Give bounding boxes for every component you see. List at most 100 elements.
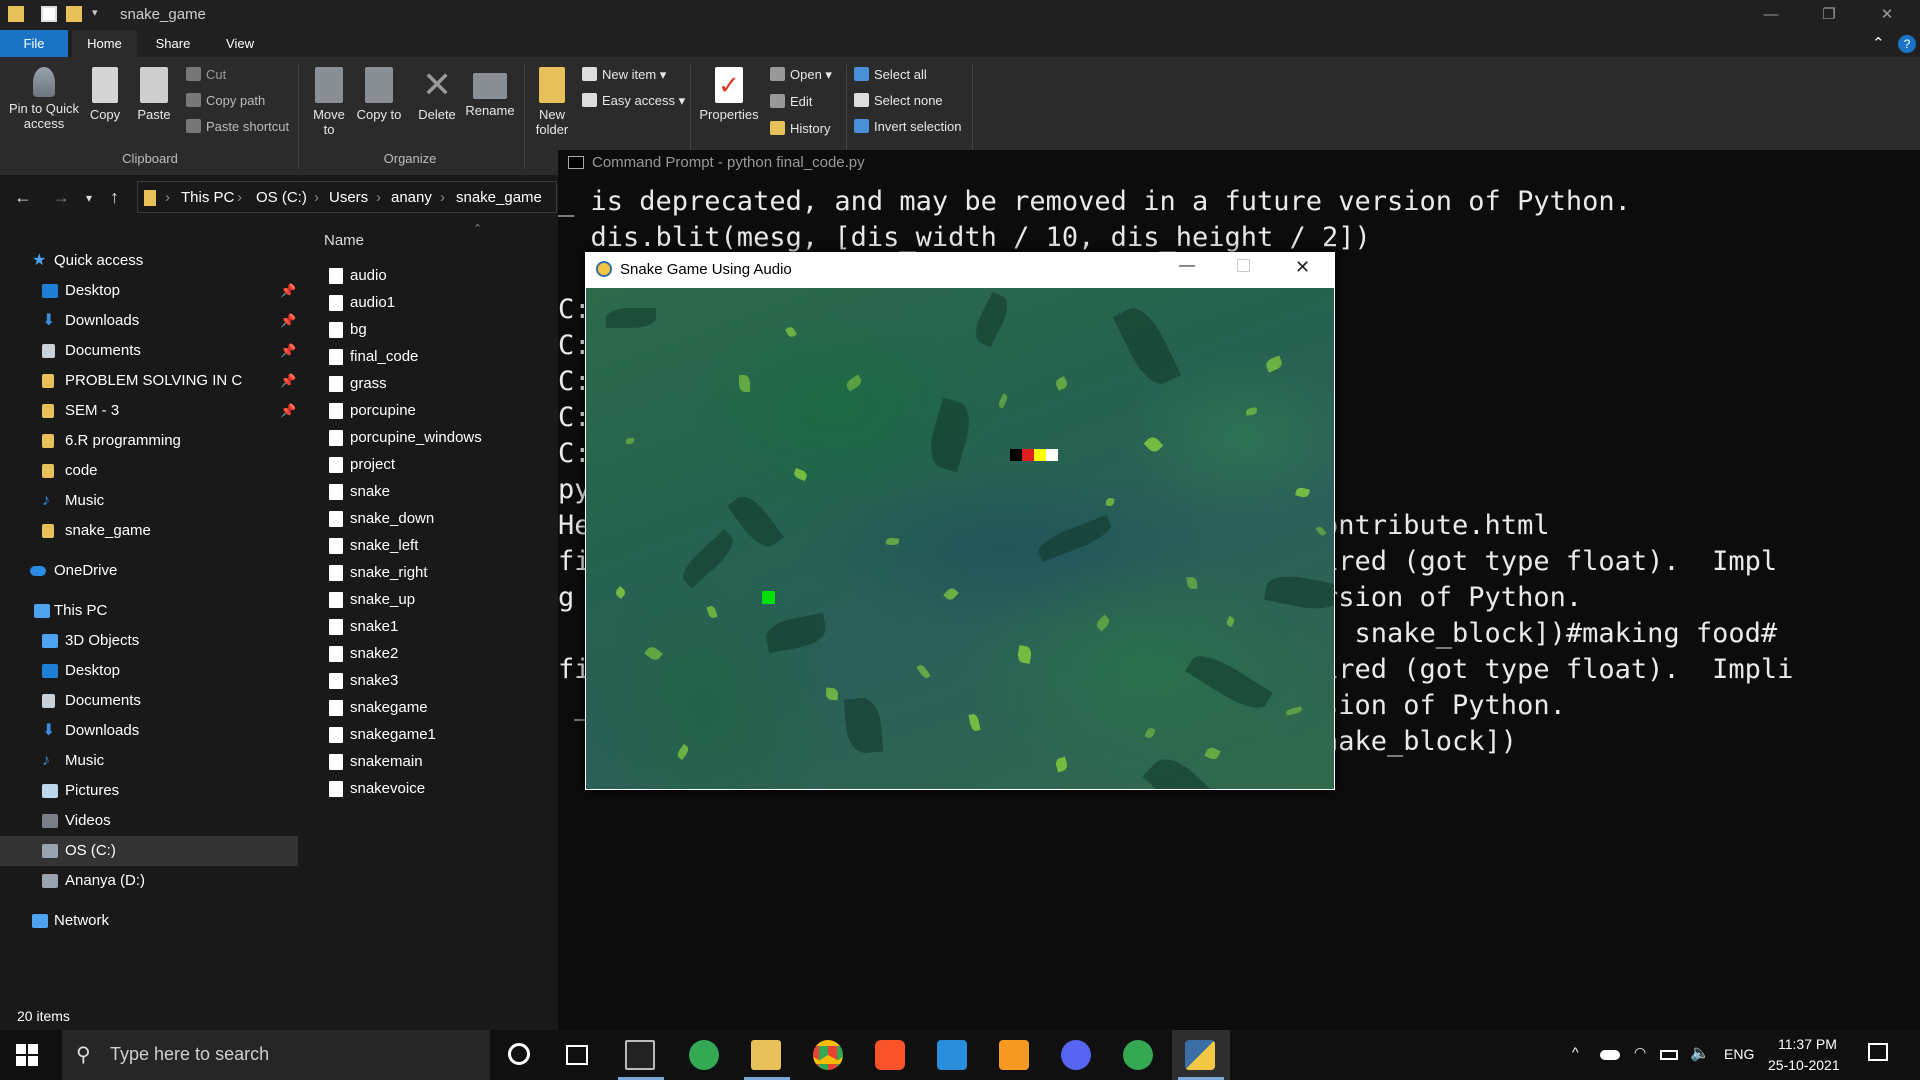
paste-shortcut-button[interactable]: Paste shortcut [186,119,289,134]
nav-item-snake-game[interactable]: snake_game [0,516,298,546]
nav-item-pc-desktop[interactable]: Desktop [0,656,298,686]
file-item[interactable]: porcupine [327,397,557,424]
move-to-button[interactable]: Move to [306,67,352,137]
file-item[interactable]: audio1 [327,289,557,316]
taskbar-python-game[interactable] [1172,1030,1230,1080]
taskbar-atom-app-2[interactable] [1110,1030,1168,1080]
new-item-button[interactable]: New item ▾ [582,67,666,83]
wifi-icon[interactable]: ◠ [1634,1044,1646,1061]
file-item[interactable]: audio [327,262,557,289]
clock-time[interactable]: 11:37 PM [1778,1036,1837,1052]
tab-home[interactable]: Home [72,30,137,57]
minimize-button[interactable]: — [1179,257,1195,275]
edit-button[interactable]: Edit [770,94,812,109]
language-indicator[interactable]: ENG [1724,1046,1754,1062]
nav-item-3d-objects[interactable]: 3D Objects [0,626,298,656]
file-item[interactable]: snake_up [327,586,557,613]
battery-icon[interactable] [1660,1050,1678,1060]
nav-item-pc-documents[interactable]: Documents [0,686,298,716]
select-all-button[interactable]: Select all [854,67,927,82]
show-hidden-icons-icon[interactable]: ^ [1572,1044,1579,1060]
nav-item-desktop[interactable]: Desktop 📌 [0,276,298,306]
collapse-ribbon-icon[interactable]: ⌃ [1872,34,1885,52]
close-button[interactable]: ✕ [1864,0,1910,30]
nav-item-documents[interactable]: Documents 📌 [0,336,298,366]
breadcrumb-os-c[interactable]: OS (C:) [256,189,307,206]
history-button[interactable]: History [770,121,830,136]
copy-path-button[interactable]: Copy path [186,93,265,108]
tab-file[interactable]: File [0,30,68,57]
volume-icon[interactable]: 🔈 [1690,1043,1710,1063]
properties-button[interactable]: ✓ Properties [696,67,762,122]
file-item[interactable]: bg [327,316,557,343]
close-button[interactable]: ✕ [1295,257,1310,278]
file-item[interactable]: snake_left [327,532,557,559]
file-item[interactable]: snake1 [327,613,557,640]
nav-quick-access[interactable]: ★ Quick access [0,246,298,276]
customize-quick-access-icon[interactable]: ▾ [92,6,108,22]
easy-access-button[interactable]: Easy access ▾ [582,93,685,109]
back-arrow-icon[interactable]: ← [14,187,32,208]
taskbar-vscode[interactable] [924,1030,982,1080]
task-view-icon[interactable] [566,1045,588,1065]
nav-network[interactable]: Network [0,906,298,936]
nav-item-downloads[interactable]: ⬇ Downloads 📌 [0,306,298,336]
nav-item-os-c[interactable]: OS (C:) [0,836,298,866]
new-folder-button[interactable]: New folder [530,67,574,137]
taskbar-file-explorer[interactable] [738,1030,796,1080]
clock-date[interactable]: 25-10-2021 [1768,1057,1840,1073]
taskbar-grammarly[interactable] [986,1030,1044,1080]
breadcrumb-anany[interactable]: anany [391,189,432,206]
windows-start-icon[interactable] [16,1044,38,1066]
nav-item-pc-music[interactable]: ♪ Music [0,746,298,776]
file-item[interactable]: snake3 [327,667,557,694]
paste-button[interactable]: Paste [134,67,174,122]
file-item[interactable]: snakemain [327,748,557,775]
onedrive-cloud-icon[interactable] [1600,1050,1620,1060]
up-arrow-icon[interactable]: ↑ [110,187,119,208]
nav-this-pc[interactable]: This PC [0,596,298,626]
nav-item-code[interactable]: code [0,456,298,486]
pin-to-quick-access-button[interactable]: Pin to Quick access [6,67,82,131]
breadcrumb-snake-game[interactable]: snake_game [456,189,542,206]
file-item[interactable]: snakegame [327,694,557,721]
taskbar-chrome[interactable] [800,1030,858,1080]
search-box[interactable]: ⚲ Type here to search [62,1030,490,1080]
nav-item-ananya-d[interactable]: Ananya (D:) [0,866,298,896]
taskbar-discord[interactable] [1048,1030,1106,1080]
file-item[interactable]: snakegame1 [327,721,557,748]
nav-item-music[interactable]: ♪ Music [0,486,298,516]
nav-item-problem-solving[interactable]: PROBLEM SOLVING IN C 📌 [0,366,298,396]
notifications-icon[interactable] [1868,1043,1888,1061]
cut-button[interactable]: Cut [186,67,226,82]
nav-item-sem-3[interactable]: SEM - 3 📌 [0,396,298,426]
open-button[interactable]: Open ▾ [770,67,832,83]
maximize-button[interactable] [1237,259,1250,272]
address-bar[interactable]: › This PC › OS (C:) › Users › anany › sn… [137,181,557,213]
taskbar-atom-app[interactable] [676,1030,734,1080]
minimize-button[interactable]: — [1748,0,1794,30]
file-item[interactable]: snake2 [327,640,557,667]
file-item[interactable]: snakevoice [327,775,557,802]
file-item[interactable]: snake_right [327,559,557,586]
nav-item-r-programming[interactable]: 6.R programming [0,426,298,456]
file-item[interactable]: project [327,451,557,478]
nav-item-videos[interactable]: Videos [0,806,298,836]
help-icon[interactable]: ? [1898,35,1916,53]
forward-arrow-icon[interactable]: → [52,187,70,208]
restore-button[interactable]: ❐ [1806,0,1852,30]
copy-button[interactable]: Copy [86,67,124,122]
new-folder-quick-icon[interactable] [66,6,82,22]
taskbar-brave[interactable] [862,1030,920,1080]
taskbar-command-prompt[interactable] [612,1030,670,1080]
delete-button[interactable]: ✕ Delete [414,67,460,123]
tab-share[interactable]: Share [150,30,196,57]
tab-view[interactable]: View [222,30,258,57]
file-item[interactable]: porcupine_windows [327,424,557,451]
select-none-button[interactable]: Select none [854,93,943,108]
cortana-icon[interactable] [508,1043,530,1065]
recent-locations-icon[interactable]: ▾ [86,191,92,205]
nav-item-pictures[interactable]: Pictures [0,776,298,806]
breadcrumb-this-pc[interactable]: This PC [181,189,234,206]
file-item[interactable]: grass [327,370,557,397]
